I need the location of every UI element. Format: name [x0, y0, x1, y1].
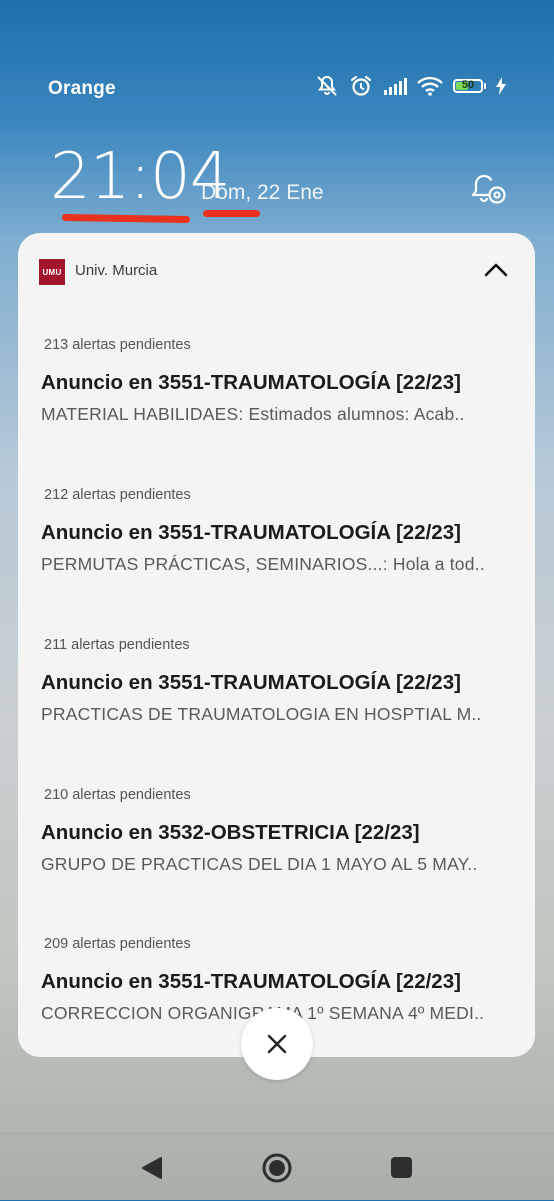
notification-item[interactable]: 212 alertas pendientes Anuncio en 3551-T…	[18, 487, 535, 637]
notification-group-card[interactable]: UMU Univ. Murcia 213 alertas pendientes …	[18, 233, 535, 1057]
alarm-icon	[350, 75, 372, 96]
notification-title: Anuncio en 3532-OBSTETRICIA [22/23]	[41, 821, 420, 844]
lockscreen-date: Dom, 22 Ene	[201, 181, 324, 204]
navigation-bar	[0, 1133, 554, 1201]
close-icon	[267, 1034, 287, 1054]
pending-count: 211 alertas pendientes	[44, 637, 190, 653]
home-icon[interactable]	[261, 1152, 293, 1184]
notification-title: Anuncio en 3551-TRAUMATOLOGÍA [22/23]	[41, 371, 461, 394]
app-logo: UMU	[39, 259, 65, 285]
clear-notifications-button[interactable]	[241, 1008, 313, 1080]
wifi-icon	[417, 76, 443, 96]
red-underline-annotation	[203, 210, 260, 217]
pending-count: 212 alertas pendientes	[44, 487, 191, 503]
notification-body: PERMUTAS PRÁCTICAS, SEMINARIOS...: Hola …	[41, 554, 485, 574]
notification-item[interactable]: 211 alertas pendientes Anuncio en 3551-T…	[18, 637, 535, 787]
notification-group-header[interactable]: UMU Univ. Murcia	[18, 233, 535, 308]
carrier-name: Orange	[48, 78, 116, 99]
recent-apps-icon[interactable]	[391, 1157, 412, 1178]
battery-level: 50	[461, 79, 475, 91]
notification-title: Anuncio en 3551-TRAUMATOLOGÍA [22/23]	[41, 521, 461, 544]
chevron-up-icon[interactable]	[483, 260, 509, 278]
status-bar	[0, 0, 554, 60]
pending-count: 213 alertas pendientes	[44, 337, 191, 353]
battery-icon: 50	[453, 79, 486, 93]
back-icon[interactable]	[140, 1156, 164, 1180]
notification-body: PRACTICAS DE TRAUMATOLOGIA EN HOSPTIAL M…	[41, 704, 482, 724]
mute-icon	[317, 75, 337, 96]
notification-body: MATERIAL HABILIDAES: Estimados alumnos: …	[41, 404, 465, 424]
notification-title: Anuncio en 3551-TRAUMATOLOGÍA [22/23]	[41, 970, 461, 993]
notification-body: GRUPO DE PRACTICAS DEL DIA 1 MAYO AL 5 M…	[41, 854, 478, 874]
status-icons: 50	[315, 75, 506, 97]
pending-count: 210 alertas pendientes	[44, 787, 191, 803]
notification-settings-icon[interactable]	[470, 172, 508, 208]
notification-item[interactable]: 213 alertas pendientes Anuncio en 3551-T…	[18, 337, 535, 487]
charging-icon	[496, 77, 506, 95]
notification-item[interactable]: 210 alertas pendientes Anuncio en 3532-O…	[18, 787, 535, 937]
pending-count: 209 alertas pendientes	[44, 936, 191, 952]
app-name: Univ. Murcia	[75, 262, 158, 279]
notification-title: Anuncio en 3551-TRAUMATOLOGÍA [22/23]	[41, 671, 461, 694]
red-underline-annotation	[61, 213, 191, 224]
signal-icon	[384, 78, 407, 95]
